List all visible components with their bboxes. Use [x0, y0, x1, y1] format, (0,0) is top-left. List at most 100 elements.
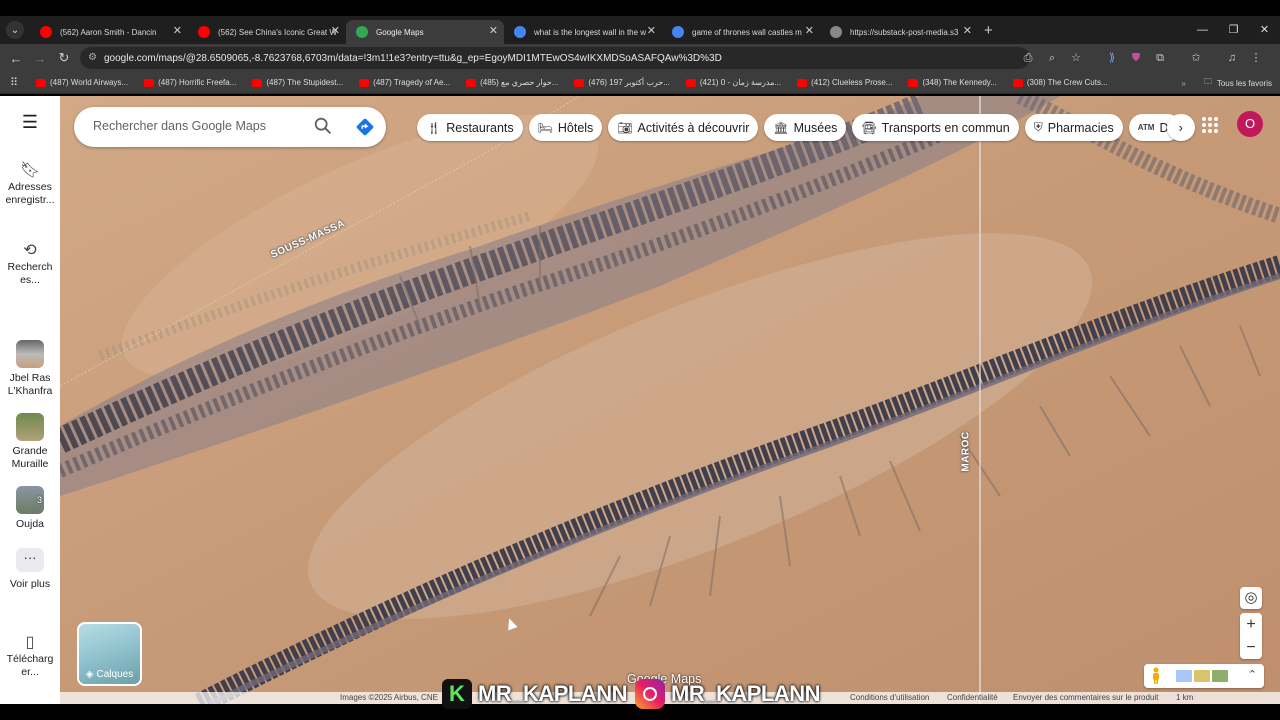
menu-icon[interactable]: ⋮: [1244, 48, 1268, 68]
browser-tab[interactable]: (562) Aaron Smith - Dancin ✕: [30, 20, 188, 44]
search-input[interactable]: Rechercher dans Google Maps: [93, 119, 266, 133]
forward-button[interactable]: →: [28, 51, 52, 66]
chip-transit[interactable]: 🚍︎ Transports en commun: [852, 114, 1019, 141]
tab-close-icon[interactable]: ✕: [489, 24, 498, 37]
satellite-map[interactable]: SOUSS-MASSA MAROC: [60, 96, 1280, 704]
privacy-link[interactable]: Confidentialité: [947, 692, 998, 704]
bookmark-star-icon[interactable]: ☆: [1064, 48, 1088, 68]
reload-button[interactable]: ↻: [52, 50, 76, 66]
recent-place-oujda[interactable]: 3 Oujda: [0, 486, 60, 531]
bookmark-item[interactable]: (487) Horrific Freefa...: [136, 72, 244, 94]
bookmark-item[interactable]: (421) مدرسة زمان - 0...: [678, 72, 789, 94]
extension-icon[interactable]: ⟫: [1100, 48, 1124, 68]
bookmark-item[interactable]: (487) World Airways...: [28, 72, 136, 94]
tab-close-icon[interactable]: ✕: [805, 24, 814, 37]
bookmark-item[interactable]: (487) The Stupidest...: [244, 72, 351, 94]
bookmark-item[interactable]: (308) The Crew Cuts...: [1005, 72, 1116, 94]
scale-bar[interactable]: 1 km: [1176, 692, 1193, 704]
bookmark-item[interactable]: (485) حوار حصري مع...: [458, 72, 566, 94]
chip-activities[interactable]: 📷︎ Activités à découvrir: [608, 114, 759, 141]
saved-places-button[interactable]: 🔖︎ Adresses enregistr...: [0, 163, 60, 207]
directions-icon[interactable]: [354, 116, 376, 138]
ublock-icon[interactable]: ⛊: [1124, 48, 1148, 68]
category-chips: 🍴︎ Restaurants 🛏︎ Hôtels 📷︎ Activités à déc…: [417, 114, 1195, 142]
address-bar[interactable]: ⚙ google.com/maps/@28.6509065,-8.7623768…: [80, 47, 1030, 69]
feedback-link[interactable]: Envoyer des commentaires sur le produit: [1013, 692, 1158, 704]
minimize-button[interactable]: —: [1187, 16, 1218, 44]
bookmark-label: (421) مدرسة زمان - 0...: [699, 78, 782, 87]
bus-icon: 🚍︎: [861, 120, 877, 135]
tab-search-button[interactable]: ⌄: [6, 21, 24, 39]
camera-icon: 📷︎: [617, 120, 633, 135]
pegman-icon[interactable]: [1151, 667, 1161, 685]
zoom-in-button[interactable]: +: [1240, 613, 1262, 636]
terms-link[interactable]: Conditions d'utilisation: [850, 692, 929, 704]
map-type-terrain[interactable]: [1194, 670, 1210, 682]
search-icon[interactable]: [312, 115, 334, 137]
all-bookmarks-button[interactable]: » 🗀 Tous les favoris: [1181, 72, 1272, 94]
map-type-default[interactable]: [1176, 670, 1192, 682]
apps-icon[interactable]: ⠿: [0, 76, 28, 89]
recents-label: Recherch es...: [7, 261, 53, 286]
bookmark-item[interactable]: (348) The Kennedy...: [900, 72, 1004, 94]
chip-hotels[interactable]: 🛏︎ Hôtels: [528, 114, 603, 141]
tab-close-icon[interactable]: ✕: [173, 24, 182, 37]
bookmark-item[interactable]: (412) Clueless Prose...: [789, 72, 900, 94]
watermark-text-kick: MR_KAPLANN: [478, 681, 628, 706]
install-app-icon[interactable]: ⎙: [1016, 48, 1040, 68]
chip-pharmacies[interactable]: ⛨ Pharmacies: [1024, 114, 1123, 141]
zoom-out-button[interactable]: −: [1240, 636, 1262, 659]
tab-close-icon[interactable]: ✕: [963, 24, 972, 37]
url-text: google.com/maps/@28.6509065,-8.7623768,6…: [104, 52, 722, 64]
new-tab-button[interactable]: +: [984, 22, 993, 39]
extensions-icon[interactable]: ⧉: [1148, 48, 1172, 68]
bookmark-item[interactable]: (487) Tragedy of Ae...: [351, 72, 458, 94]
layers-button[interactable]: ◈ Calques: [77, 622, 142, 686]
download-app-button[interactable]: ▯ Télécharg er...: [0, 635, 60, 679]
chip-label: Activités à découvrir: [637, 120, 750, 135]
instagram-logo-icon: [635, 679, 665, 709]
menu-hamburger-icon[interactable]: ☰: [0, 113, 60, 131]
recent-place-label: Oujda: [15, 518, 45, 530]
my-location-button[interactable]: ◎: [1240, 587, 1262, 609]
close-window-button[interactable]: ✕: [1249, 16, 1280, 44]
recents-button[interactable]: ⟲ Recherch es...: [0, 243, 60, 287]
bookmark-item[interactable]: (476) حرب أكتوبر 197...: [566, 72, 678, 94]
recent-place-great-wall[interactable]: Grande Muraille: [0, 413, 60, 471]
browser-tab[interactable]: (562) See China's Iconic Great W ✕: [188, 20, 346, 44]
tab-close-icon[interactable]: ✕: [647, 24, 656, 37]
back-button[interactable]: ←: [4, 51, 28, 66]
zoom-icon[interactable]: ⌕: [1040, 48, 1064, 68]
tab-favicon-icon: [40, 26, 52, 38]
overflow-chevron-icon[interactable]: »: [1181, 79, 1185, 88]
recent-place-label: Jbel Ras L'Khanfra: [7, 372, 53, 397]
chip-museums[interactable]: 🏛︎ Musées: [764, 114, 847, 141]
chips-next-button[interactable]: ›: [1166, 114, 1195, 141]
map-type-satellite[interactable]: [1212, 670, 1228, 682]
chip-restaurants[interactable]: 🍴︎ Restaurants: [417, 114, 523, 141]
tab-title: Google Maps: [376, 27, 424, 37]
recent-place-label: Grande Muraille: [11, 445, 49, 470]
favorites-icon[interactable]: ✩: [1184, 48, 1208, 68]
tab-close-icon[interactable]: ✕: [331, 24, 340, 37]
expand-up-icon[interactable]: ⌃: [1248, 668, 1257, 681]
search-box[interactable]: Rechercher dans Google Maps: [74, 107, 386, 147]
browser-tab[interactable]: what is the longest wall in the w ✕: [504, 20, 662, 44]
browser-tab[interactable]: Google Maps ✕: [346, 20, 504, 44]
map-type-thumbnails[interactable]: [1176, 670, 1228, 682]
site-info-icon[interactable]: ⚙: [88, 52, 100, 64]
recent-place-jbel[interactable]: Jbel Ras L'Khanfra: [0, 340, 60, 398]
maximize-button[interactable]: ❐: [1218, 16, 1249, 44]
media-icon[interactable]: ♫: [1220, 48, 1244, 68]
imagery-credit: Images ©2025 Airbus, CNE: [340, 693, 438, 702]
browser-tab[interactable]: game of thrones wall castles m ✕: [662, 20, 820, 44]
chip-label: Restaurants: [446, 120, 514, 135]
google-apps-icon[interactable]: [1201, 116, 1219, 134]
tab-title: https://substack-post-media.s3: [850, 27, 959, 37]
account-avatar[interactable]: O: [1237, 111, 1263, 137]
see-more-button[interactable]: ··· Voir plus: [0, 548, 60, 591]
browser-tab[interactable]: https://substack-post-media.s3 ✕: [820, 20, 978, 44]
location-target-icon: ◎: [1244, 589, 1258, 606]
youtube-icon: [685, 78, 696, 87]
place-thumbnail: [16, 340, 44, 368]
